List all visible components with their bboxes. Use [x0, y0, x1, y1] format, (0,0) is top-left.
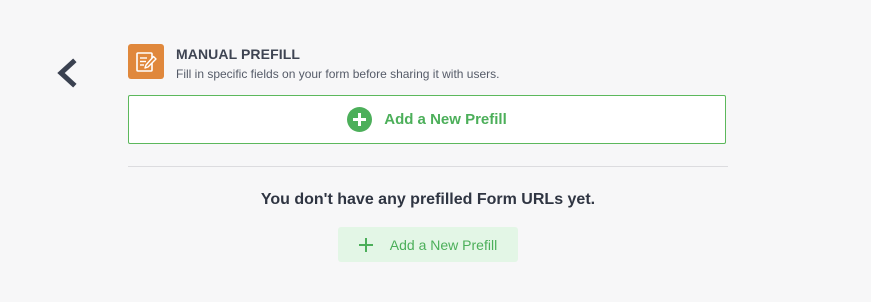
manual-prefill-header: MANUAL PREFILL Fill in specific fields o…: [128, 44, 499, 81]
page-description: Fill in specific fields on your form bef…: [176, 67, 500, 81]
edit-form-icon: [128, 44, 164, 79]
chevron-left-icon: [57, 58, 77, 88]
page-title: MANUAL PREFILL: [176, 46, 301, 62]
plus-circle-icon: [347, 107, 373, 132]
add-new-prefill-label: Add a New Prefill: [384, 111, 507, 128]
empty-state-add-prefill-label: Add a New Prefill: [389, 236, 498, 253]
divider: [128, 166, 728, 167]
plus-icon: [358, 237, 373, 252]
empty-state-add-prefill-button[interactable]: Add a New Prefill: [338, 227, 518, 262]
empty-state-message: You don't have any prefilled Form URLs y…: [260, 191, 596, 208]
add-new-prefill-button[interactable]: Add a New Prefill: [128, 95, 726, 144]
back-button[interactable]: [52, 57, 82, 89]
